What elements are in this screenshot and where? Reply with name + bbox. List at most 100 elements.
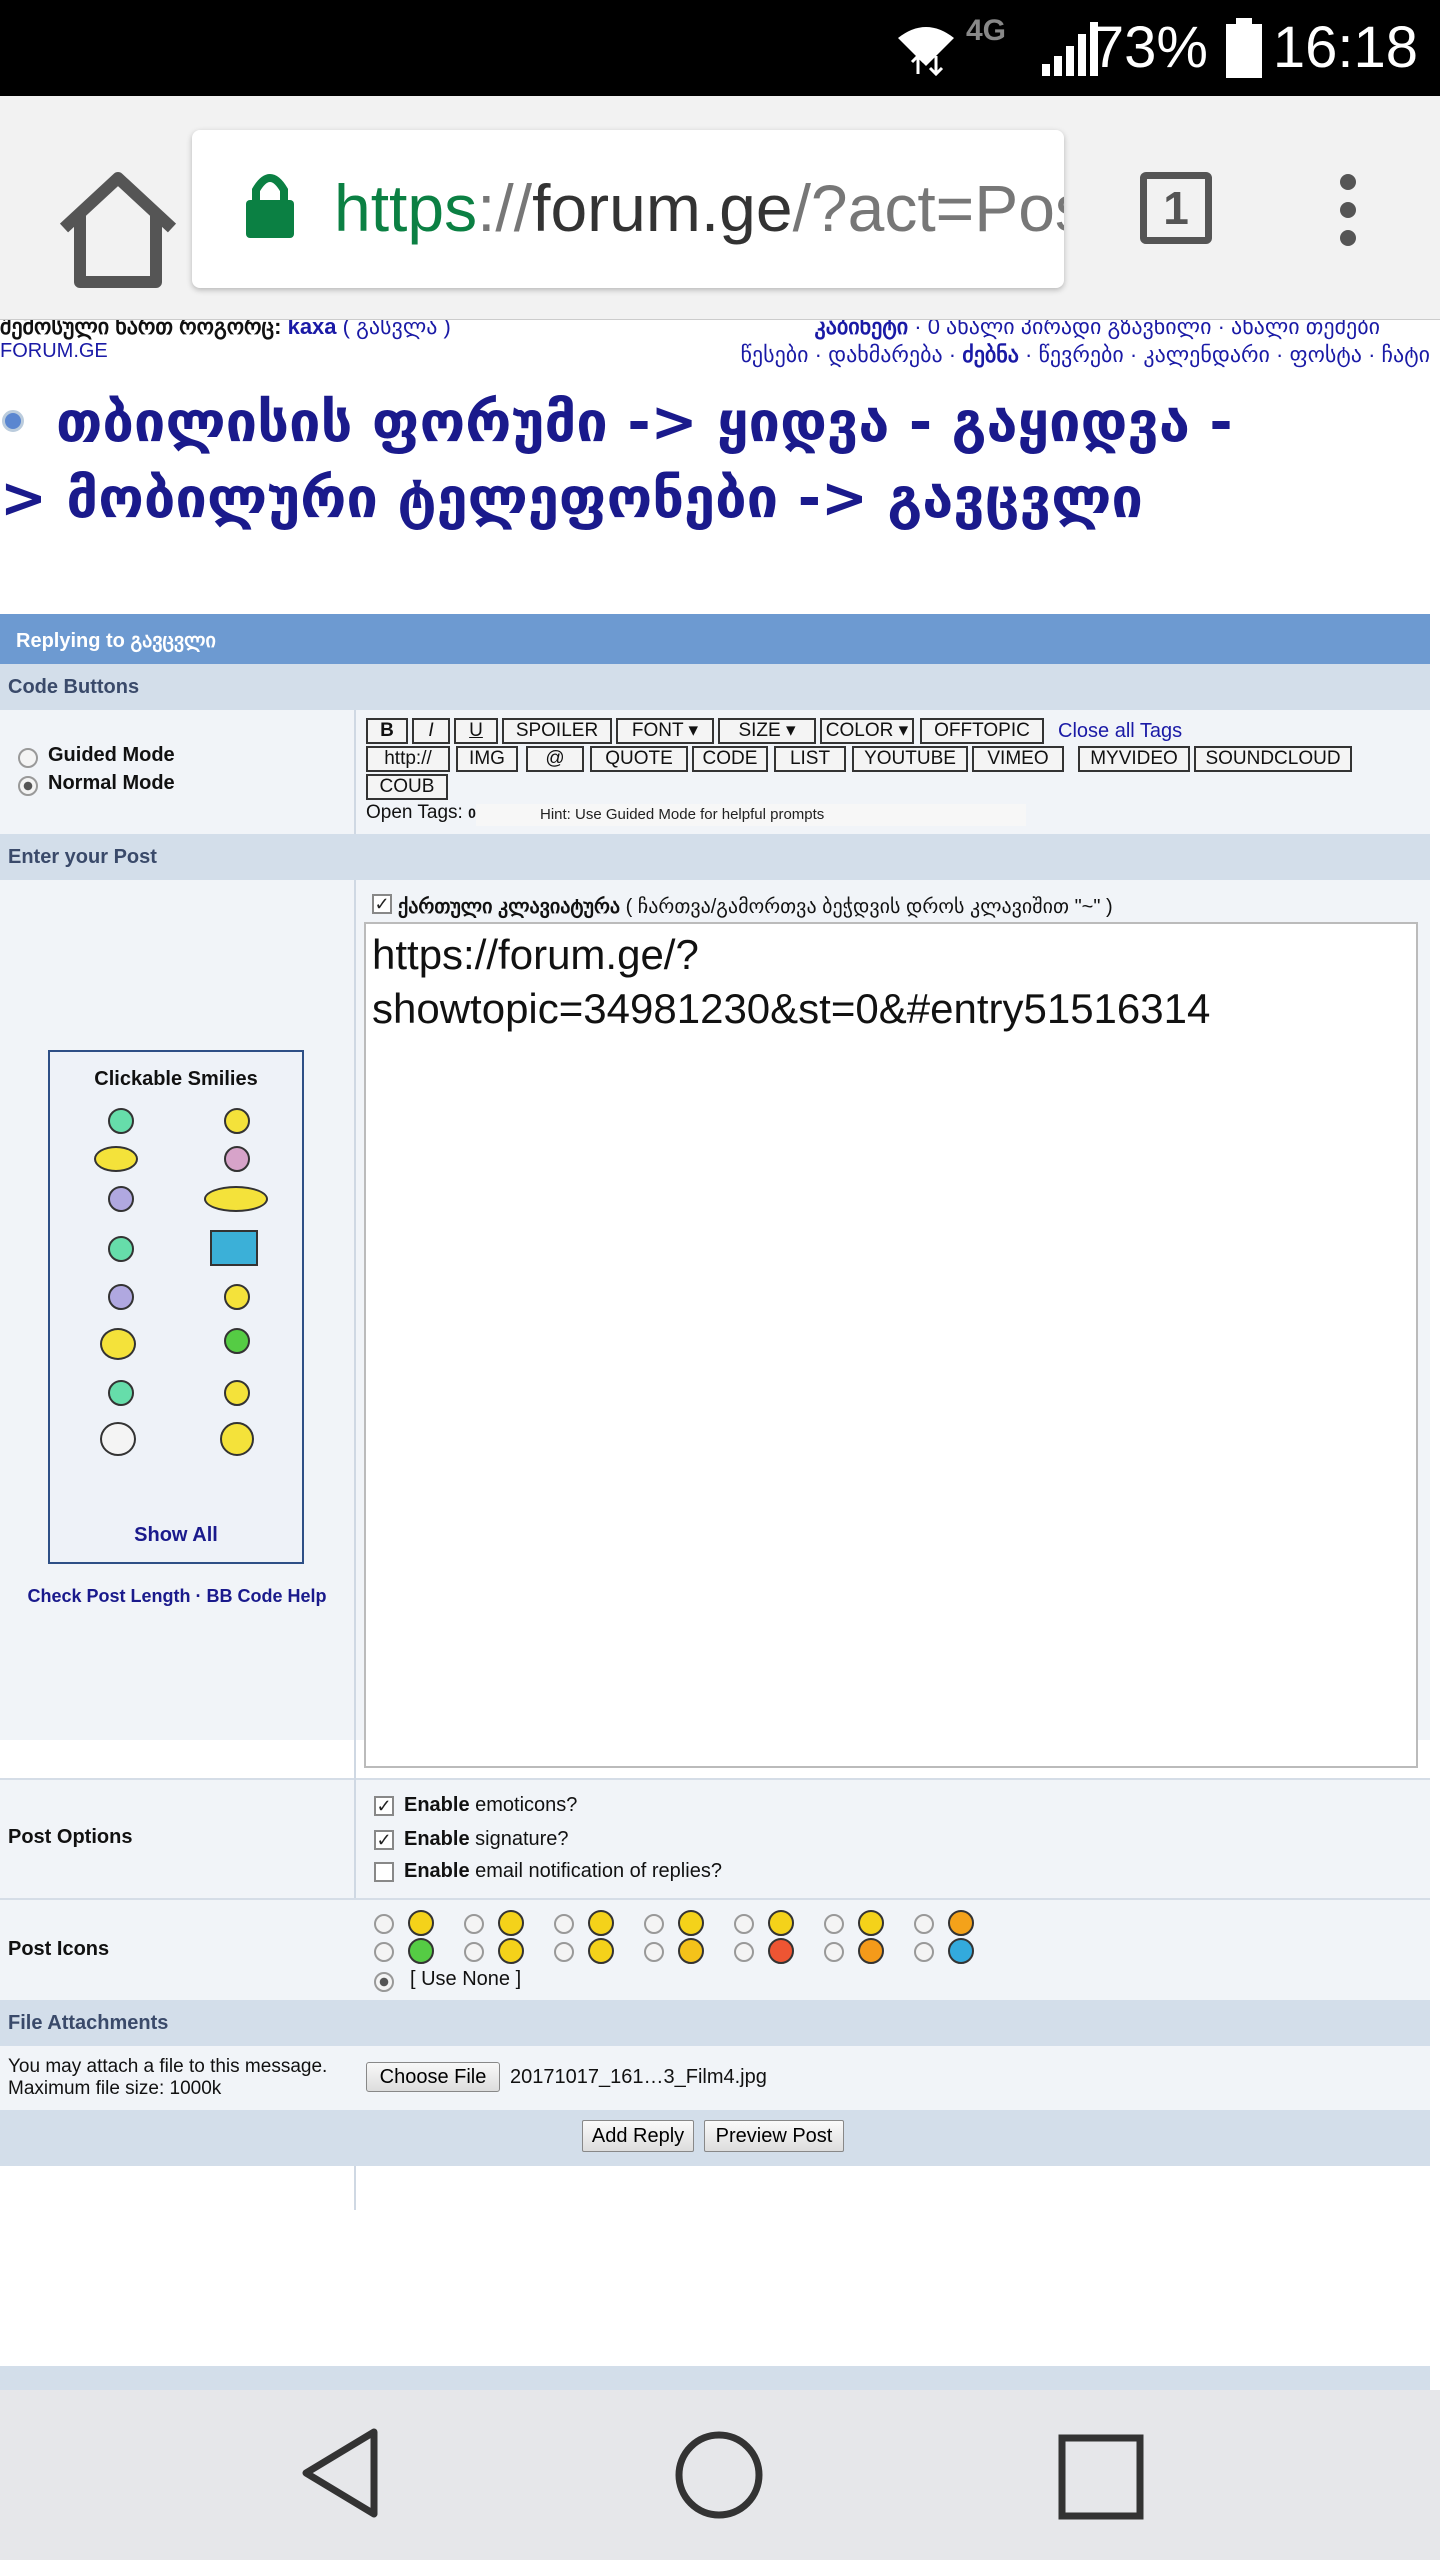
post-icon-6-icon[interactable] — [858, 1910, 884, 1936]
smiley-13-icon[interactable] — [108, 1380, 134, 1406]
new-topics-link[interactable]: ახალი თემები — [1231, 320, 1380, 339]
smiley-12-icon[interactable] — [224, 1328, 250, 1354]
nav-calendar[interactable]: კალენდარი — [1143, 342, 1270, 367]
post-icon-1-icon[interactable] — [408, 1910, 434, 1936]
post-icon-radio-7[interactable] — [914, 1914, 934, 1934]
color-select[interactable]: COLOR ▾ — [820, 718, 914, 744]
post-icon-12-icon[interactable] — [768, 1938, 794, 1964]
email-notify-checkbox[interactable] — [374, 1862, 394, 1882]
smiley-11-icon[interactable] — [100, 1328, 136, 1360]
cabinet-link[interactable]: კაბინეტი — [815, 320, 909, 339]
quote-tag-button[interactable]: QUOTE — [590, 746, 688, 772]
post-icon-radio-5[interactable] — [734, 1914, 754, 1934]
smiley-2-icon[interactable] — [224, 1108, 250, 1134]
url-tag-button[interactable]: http:// — [366, 746, 450, 772]
post-icon-radio-11[interactable] — [644, 1942, 664, 1962]
signature-checkbox[interactable]: ✓ — [374, 1830, 394, 1850]
site-name[interactable]: FORUM.GE — [0, 340, 108, 363]
page-title-line2[interactable]: > მობილური ტელეფონები -> გავცვლი — [0, 466, 1143, 531]
choose-file-button[interactable]: Choose File — [366, 2062, 500, 2092]
post-icon-10-icon[interactable] — [588, 1938, 614, 1964]
add-reply-button[interactable]: Add Reply — [582, 2120, 694, 2152]
georgian-keyboard-checkbox[interactable]: ✓ — [372, 894, 392, 914]
home-icon[interactable] — [56, 170, 180, 288]
smiley-6-icon[interactable] — [204, 1186, 268, 1212]
menu-icon[interactable] — [1330, 172, 1366, 248]
post-icon-4-icon[interactable] — [678, 1910, 704, 1936]
post-icon-3-icon[interactable] — [588, 1910, 614, 1936]
post-icon-radio-10[interactable] — [554, 1942, 574, 1962]
post-icon-radio-9[interactable] — [464, 1942, 484, 1962]
post-icon-radio-3[interactable] — [554, 1914, 574, 1934]
smiley-5-icon[interactable] — [108, 1186, 134, 1212]
recents-icon[interactable] — [1058, 2434, 1144, 2520]
smiley-1-icon[interactable] — [108, 1108, 134, 1134]
post-icon-radio-4[interactable] — [644, 1914, 664, 1934]
smiley-7-icon[interactable] — [108, 1236, 134, 1262]
spoiler-button[interactable]: SPOILER — [502, 718, 612, 744]
smiley-9-icon[interactable] — [108, 1284, 134, 1310]
username-link[interactable]: kaxa — [288, 320, 337, 339]
logout-link[interactable]: ( გასვლა ) — [343, 320, 451, 339]
nav-mail[interactable]: ფოსტა — [1289, 342, 1362, 367]
soundcloud-tag-button[interactable]: SOUNDCLOUD — [1194, 746, 1352, 772]
smiley-16-icon[interactable] — [220, 1422, 254, 1456]
nav-members[interactable]: წევრები — [1039, 342, 1124, 367]
list-tag-button[interactable]: LIST — [774, 746, 846, 772]
code-tag-button[interactable]: CODE — [692, 746, 768, 772]
post-icon-radio-12[interactable] — [734, 1942, 754, 1962]
show-all-link[interactable]: Show All — [50, 1524, 302, 1547]
offtopic-button[interactable]: OFFTOPIC — [920, 718, 1044, 744]
post-icon-8-icon[interactable] — [408, 1938, 434, 1964]
normal-mode-radio[interactable] — [18, 776, 38, 796]
post-icon-7-icon[interactable] — [948, 1910, 974, 1936]
close-all-tags-link[interactable]: Close all Tags — [1058, 720, 1182, 743]
nav-help[interactable]: დახმარება — [828, 342, 943, 367]
pm-link[interactable]: 0 ახალი პირადი გზავნილი — [928, 320, 1212, 339]
nav-search[interactable]: ძებნა — [962, 342, 1019, 367]
emoticons-checkbox[interactable]: ✓ — [374, 1796, 394, 1816]
url-text[interactable]: https://forum.ge/?act=Post — [334, 170, 1064, 246]
vimeo-tag-button[interactable]: VIMEO — [972, 746, 1064, 772]
post-icon-11-icon[interactable] — [678, 1938, 704, 1964]
back-icon[interactable] — [300, 2428, 380, 2518]
underline-button[interactable]: U — [454, 718, 498, 744]
smiley-4-icon[interactable] — [224, 1146, 250, 1172]
size-select[interactable]: SIZE ▾ — [718, 718, 816, 744]
post-icon-radio-6[interactable] — [824, 1914, 844, 1934]
img-tag-button[interactable]: IMG — [456, 746, 518, 772]
check-length-link[interactable]: Check Post Length — [27, 1586, 190, 1606]
use-none-radio[interactable] — [374, 1972, 394, 1992]
smiley-10-icon[interactable] — [224, 1284, 250, 1310]
post-icon-radio-14[interactable] — [914, 1942, 934, 1962]
bbcode-help-link[interactable]: BB Code Help — [207, 1586, 327, 1606]
font-select[interactable]: FONT ▾ — [616, 718, 714, 744]
preview-post-button[interactable]: Preview Post — [704, 2120, 844, 2152]
home-nav-icon[interactable] — [674, 2430, 764, 2520]
post-icon-radio-8[interactable] — [374, 1942, 394, 1962]
smiley-8-icon[interactable] — [210, 1230, 258, 1266]
myvideo-tag-button[interactable]: MYVIDEO — [1078, 746, 1190, 772]
post-icon-13-icon[interactable] — [858, 1938, 884, 1964]
bold-button[interactable]: B — [366, 718, 408, 744]
post-icon-14-icon[interactable] — [948, 1938, 974, 1964]
post-icon-radio-2[interactable] — [464, 1914, 484, 1934]
tab-switcher-button[interactable]: 1 — [1140, 172, 1212, 244]
nav-chat[interactable]: ჩატი — [1382, 342, 1430, 367]
youtube-tag-button[interactable]: YOUTUBE — [852, 746, 968, 772]
guided-mode-radio[interactable] — [18, 748, 38, 768]
smiley-14-icon[interactable] — [224, 1380, 250, 1406]
nav-rules[interactable]: წესები — [741, 342, 809, 367]
mention-tag-button[interactable]: @ — [526, 746, 584, 772]
italic-button[interactable]: I — [412, 718, 450, 744]
smiley-15-icon[interactable] — [100, 1422, 136, 1456]
post-icon-2-icon[interactable] — [498, 1910, 524, 1936]
smiley-3-icon[interactable] — [94, 1146, 138, 1172]
post-icon-9-icon[interactable] — [498, 1938, 524, 1964]
post-textarea[interactable]: https://forum.ge/? showtopic=34981230&st… — [364, 922, 1418, 1768]
page-title-line1[interactable]: თბილისის ფორუმი -> ყიდვა - გაყიდვა - — [56, 390, 1233, 455]
post-icon-radio-13[interactable] — [824, 1942, 844, 1962]
url-bar[interactable]: https://forum.ge/?act=Post — [192, 130, 1064, 288]
post-icon-5-icon[interactable] — [768, 1910, 794, 1936]
post-icon-radio-1[interactable] — [374, 1914, 394, 1934]
